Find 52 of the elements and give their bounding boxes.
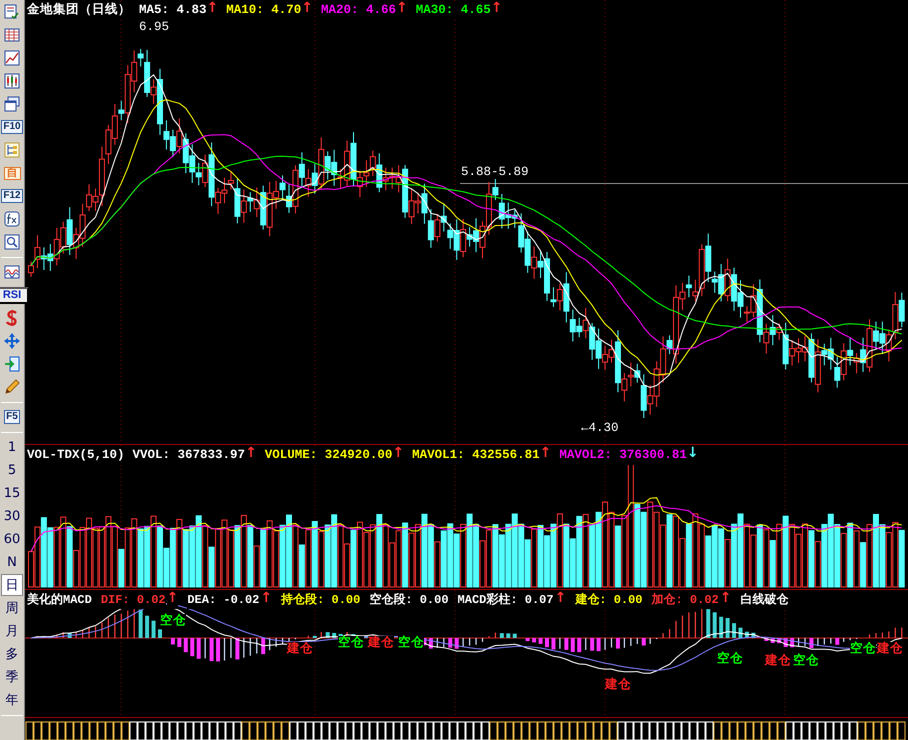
signal-label: 建仓 (287, 642, 313, 654)
signal-label: 空仓 (398, 636, 424, 648)
period-button[interactable]: 5 (1, 459, 23, 481)
signal-label: 建仓 (765, 654, 791, 666)
period-button[interactable]: 15 (1, 482, 23, 504)
period-button[interactable]: 日 (1, 574, 23, 596)
indicator-value: 加仓: 0.02 (652, 591, 719, 609)
indicator-value: MAVOL1: 432556.81 (412, 446, 540, 465)
search-icon[interactable] (3, 233, 21, 251)
tree-icon[interactable] (3, 141, 21, 159)
enter-arrow-icon[interactable] (3, 355, 21, 373)
indicator-value: 持仓段: 0.00 (281, 591, 360, 609)
price-label: 5.88-5.89 (461, 166, 529, 178)
period-button[interactable]: 月 (1, 620, 23, 642)
period-button[interactable]: 30 (1, 505, 23, 527)
report-icon[interactable] (3, 3, 21, 21)
pencil-icon[interactable] (3, 378, 21, 396)
toolbar-button[interactable]: F10 (1, 120, 23, 134)
toolbar-button[interactable]: F12 (1, 189, 23, 203)
price-label: ←4.30 (581, 422, 619, 434)
table-icon[interactable] (3, 26, 21, 44)
chart-title: VOL-TDX(5,10) (27, 446, 125, 465)
period-button[interactable]: 60 (1, 528, 23, 550)
indicator-value: 白线破仓 (740, 591, 788, 609)
price-label: 6.95 (139, 21, 170, 34)
signal-label: 空仓 (717, 652, 743, 664)
period-button[interactable]: 1 (1, 436, 23, 458)
signal-label: 空仓 (160, 614, 186, 626)
signal-label: 空仓 (850, 642, 876, 654)
signal-label: 建仓 (605, 678, 631, 690)
windows-icon[interactable] (3, 95, 21, 113)
signal-label: 空仓 (338, 636, 364, 648)
candlestick-icon[interactable] (3, 72, 21, 90)
indicator-value: VOLUME: 324920.00 (264, 446, 392, 465)
move-arrows-icon[interactable] (3, 332, 21, 350)
period-button[interactable]: 年 (1, 689, 23, 711)
period-button[interactable]: 周 (1, 597, 23, 619)
line-chart-icon[interactable] (3, 49, 21, 67)
indicator-value: 建仓: 0.00 (575, 591, 643, 609)
period-button[interactable]: N (1, 551, 23, 573)
wave-chart-icon[interactable] (3, 263, 21, 281)
signal-label: 空仓 (793, 654, 819, 666)
indicator-value: MAVOL2: 376300.81 (559, 446, 687, 465)
period-button[interactable]: 季 (1, 666, 23, 688)
period-button[interactable]: 多 (1, 643, 23, 665)
toolbar-button[interactable]: F5 (4, 410, 20, 424)
indicator-value: MA30: 4.65 (416, 1, 491, 20)
signal-label: 建仓 (368, 636, 394, 648)
toolbar-button[interactable]: RSI (0, 286, 30, 304)
formula-icon[interactable] (3, 210, 21, 228)
signal-label: 建仓 (877, 642, 903, 654)
indicator-value: DIF: 0.02 (100, 591, 166, 609)
